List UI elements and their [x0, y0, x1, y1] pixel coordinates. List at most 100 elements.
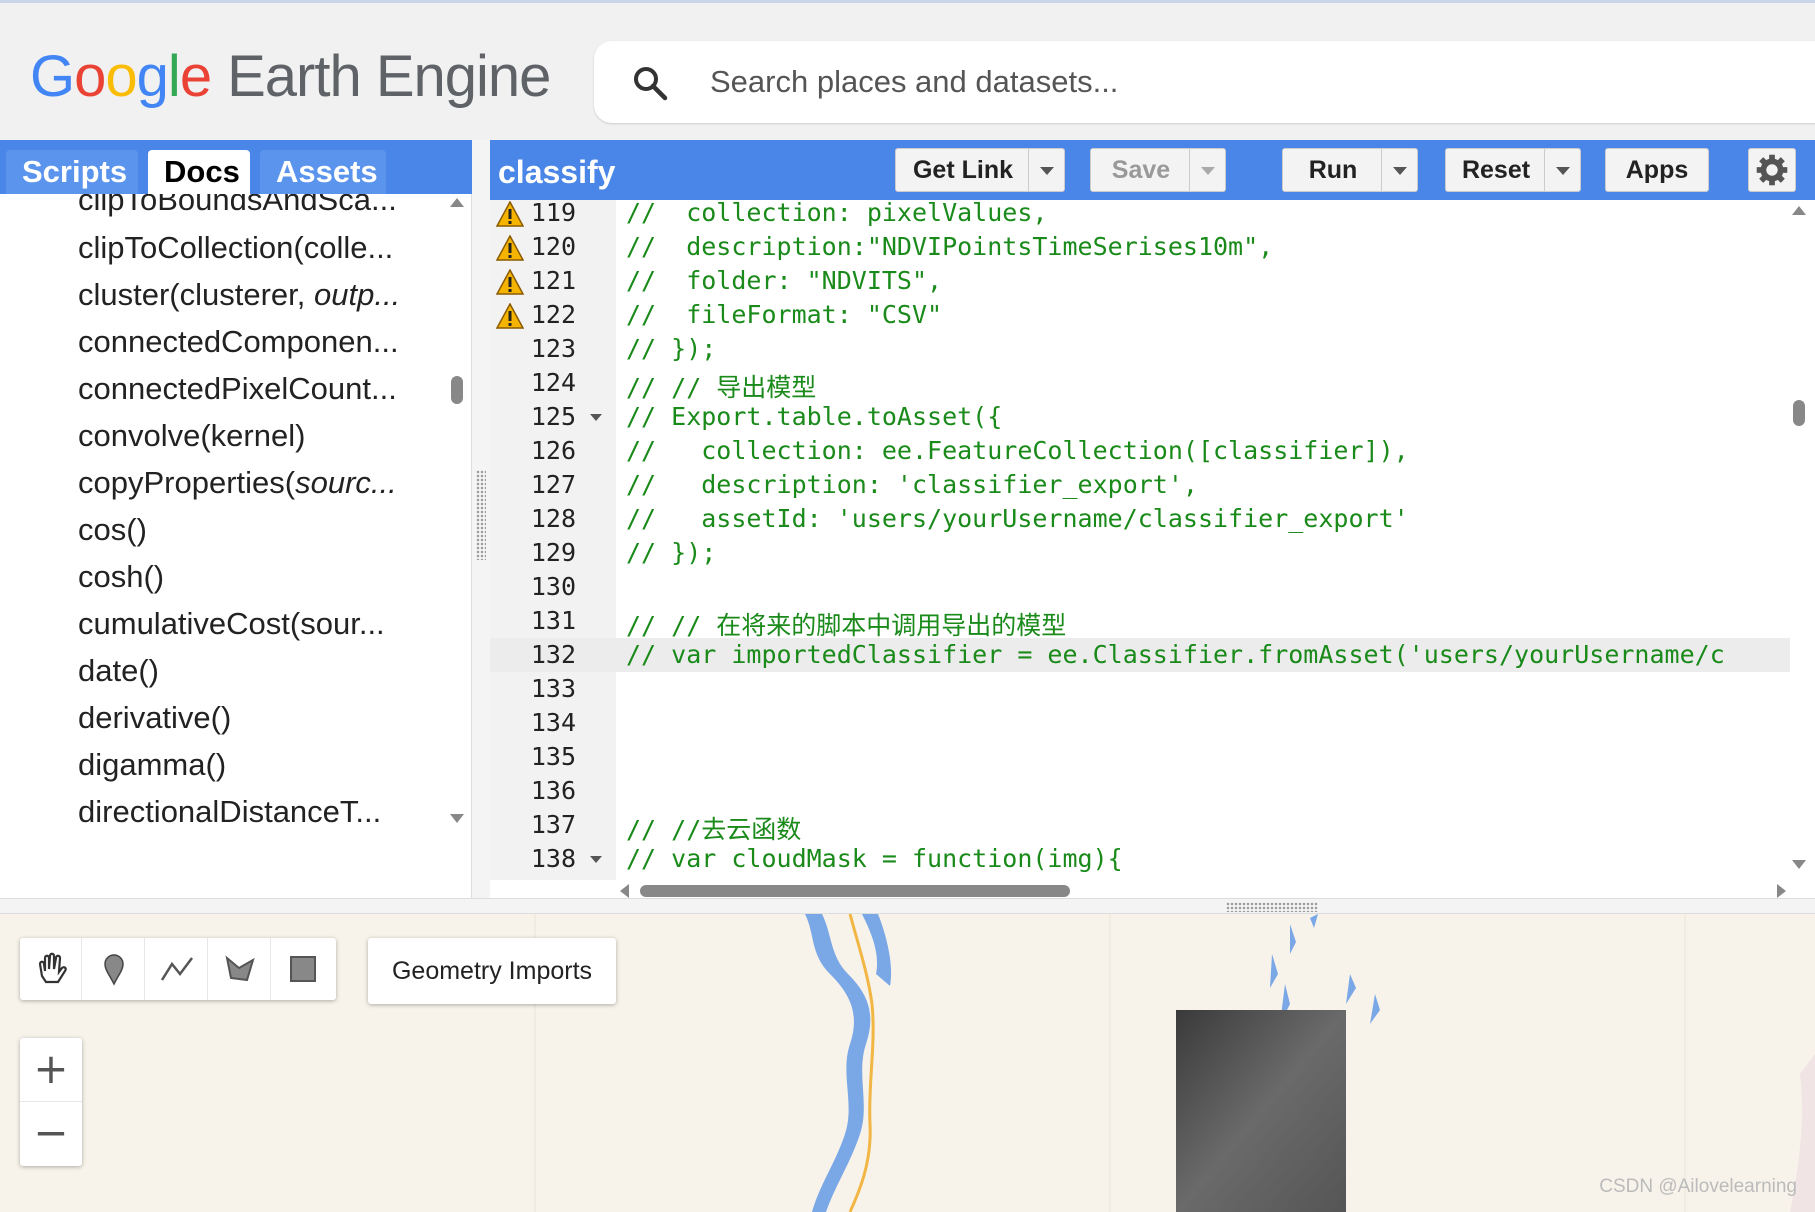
- doc-item[interactable]: connectedPixelCount...: [78, 371, 418, 407]
- scrollbar-thumb[interactable]: [1793, 400, 1805, 426]
- doc-item[interactable]: clipToBoundsAndSca...: [78, 194, 418, 218]
- scroll-left-arrow-icon[interactable]: [620, 884, 629, 898]
- hand-icon: [38, 952, 67, 984]
- line-number: 120: [530, 232, 576, 261]
- line-number: 124: [530, 368, 576, 397]
- line-number: 128: [530, 504, 576, 533]
- marker-tool-button[interactable]: [83, 938, 145, 1000]
- marker-icon: [104, 954, 124, 986]
- get-link-button[interactable]: Get Link: [895, 148, 1065, 192]
- fold-arrow-icon[interactable]: [590, 856, 602, 863]
- save-label: Save: [1111, 156, 1171, 184]
- search-input[interactable]: [710, 57, 1610, 107]
- horizontal-splitter[interactable]: [0, 898, 1815, 914]
- run-button[interactable]: Run: [1282, 148, 1418, 192]
- logo-letter: o: [105, 44, 137, 109]
- apps-button[interactable]: Apps: [1605, 148, 1709, 192]
- left-panel: Scripts Docs Assets clipToBoundsAndSca..…: [0, 140, 472, 898]
- reset-button[interactable]: Reset: [1445, 148, 1581, 192]
- line-number: 122: [530, 300, 576, 329]
- rectangle-tool-button[interactable]: [272, 938, 334, 1000]
- doc-item[interactable]: cluster(clusterer, outp...: [78, 277, 418, 313]
- doc-item[interactable]: clipToCollection(colle...: [78, 230, 418, 266]
- settings-button[interactable]: [1748, 148, 1796, 192]
- get-link-dropdown-icon[interactable]: [1028, 149, 1064, 191]
- doc-item[interactable]: date(): [78, 653, 418, 689]
- scroll-right-arrow-icon[interactable]: [1777, 884, 1786, 898]
- code-line[interactable]: 120 // description:"NDVIPointsTimeSerises…: [490, 230, 1790, 264]
- code-line[interactable]: 136: [490, 774, 1790, 808]
- doc-item[interactable]: cos(): [78, 512, 418, 548]
- doc-item[interactable]: directionalDistanceT...: [78, 794, 418, 830]
- zoom-in-button[interactable]: +: [20, 1038, 82, 1102]
- save-button[interactable]: Save: [1090, 148, 1226, 192]
- code-line[interactable]: 138 // var cloudMask = function(img){: [490, 842, 1790, 876]
- search-icon[interactable]: [630, 63, 670, 103]
- watermark: CSDN @Ailovelearning: [1599, 1176, 1797, 1197]
- code-line[interactable]: 127 // description: 'classifier_export',: [490, 468, 1790, 502]
- code-line[interactable]: 132 // var importedClassifier = ee.Classi…: [490, 638, 1790, 672]
- editor-vertical-scrollbar[interactable]: [1790, 200, 1815, 880]
- code-line[interactable]: 121 // folder: "NDVITS",: [490, 264, 1790, 298]
- tab-scripts[interactable]: Scripts: [6, 150, 138, 194]
- header: Google Earth Engine: [0, 0, 1815, 140]
- reset-dropdown-icon[interactable]: [1544, 149, 1580, 191]
- logo-letter: l: [167, 44, 181, 109]
- code-line[interactable]: 135: [490, 740, 1790, 774]
- zoom-out-button[interactable]: −: [20, 1102, 82, 1166]
- code-line[interactable]: 126 // collection: ee.FeatureCollection([…: [490, 434, 1790, 468]
- code-line[interactable]: 131 // // 在将来的脚本中调用导出的模型: [490, 604, 1790, 640]
- code-line[interactable]: 129 // });: [490, 536, 1790, 570]
- code-line[interactable]: 124 // // 导出模型: [490, 366, 1790, 402]
- scroll-down-arrow-icon[interactable]: [450, 814, 464, 823]
- line-number: 135: [530, 742, 576, 771]
- tab-docs[interactable]: Docs: [148, 150, 250, 194]
- code-line[interactable]: 134: [490, 706, 1790, 740]
- code-text: // var importedClassifier = ee.Classifie…: [626, 640, 1725, 669]
- scroll-up-arrow-icon[interactable]: [450, 198, 464, 207]
- scroll-up-arrow-icon[interactable]: [1792, 206, 1806, 215]
- map-view[interactable]: Geometry Imports + − CSDN @Ailovelearnin…: [0, 914, 1815, 1212]
- code-text: // fileFormat: "CSV": [626, 300, 943, 329]
- code-line[interactable]: 123 // });: [490, 332, 1790, 366]
- polygon-tool-button[interactable]: [209, 938, 271, 1000]
- doc-item[interactable]: derivative(): [78, 700, 418, 736]
- doc-item[interactable]: copyProperties(sourc...: [78, 465, 418, 501]
- line-number: 131: [530, 606, 576, 635]
- line-number: 138: [530, 844, 576, 873]
- doc-item[interactable]: convolve(kernel): [78, 418, 418, 454]
- doc-item[interactable]: digamma(): [78, 747, 418, 783]
- line-icon: [160, 957, 193, 981]
- app-logo[interactable]: Google Earth Engine: [30, 43, 551, 110]
- river: [805, 914, 871, 1212]
- code-line[interactable]: 128 // assetId: 'users/yourUsername/class…: [490, 502, 1790, 536]
- code-line[interactable]: 125 // Export.table.toAsset({: [490, 400, 1790, 434]
- line-tool-button[interactable]: [146, 938, 208, 1000]
- doc-item[interactable]: connectedComponen...: [78, 324, 418, 360]
- doc-item[interactable]: cosh(): [78, 559, 418, 595]
- run-dropdown-icon[interactable]: [1381, 149, 1417, 191]
- code-editor[interactable]: 119 // collection: pixelValues, 120 // desc…: [490, 198, 1815, 880]
- code-line[interactable]: 133: [490, 672, 1790, 706]
- editor-horizontal-scrollbar[interactable]: [616, 880, 1790, 898]
- raster-texture: [1176, 1010, 1346, 1212]
- scrollbar-thumb[interactable]: [451, 376, 463, 404]
- pan-tool-button[interactable]: [20, 938, 82, 1000]
- scrollbar-thumb[interactable]: [640, 885, 1070, 897]
- save-dropdown-icon[interactable]: [1189, 149, 1225, 191]
- code-text: // folder: "NDVITS",: [626, 266, 943, 295]
- docs-scrollbar[interactable]: [448, 194, 468, 898]
- code-line[interactable]: 130: [490, 570, 1790, 604]
- geometry-imports-button[interactable]: Geometry Imports: [368, 938, 616, 1004]
- tab-assets[interactable]: Assets: [260, 150, 386, 194]
- code-line[interactable]: 122 // fileFormat: "CSV": [490, 298, 1790, 332]
- code-editor-panel: classify Get Link Save Run Reset Apps 11…: [490, 140, 1815, 898]
- fold-arrow-icon[interactable]: [590, 414, 602, 421]
- code-line[interactable]: 119 // collection: pixelValues,: [490, 196, 1790, 230]
- code-line[interactable]: 137 // //去云函数: [490, 808, 1790, 844]
- vertical-splitter[interactable]: [472, 140, 490, 898]
- doc-item[interactable]: cumulativeCost(sour...: [78, 606, 418, 642]
- search-bar[interactable]: [594, 41, 1815, 123]
- logo-letter: e: [179, 44, 212, 109]
- scroll-down-arrow-icon[interactable]: [1792, 860, 1806, 869]
